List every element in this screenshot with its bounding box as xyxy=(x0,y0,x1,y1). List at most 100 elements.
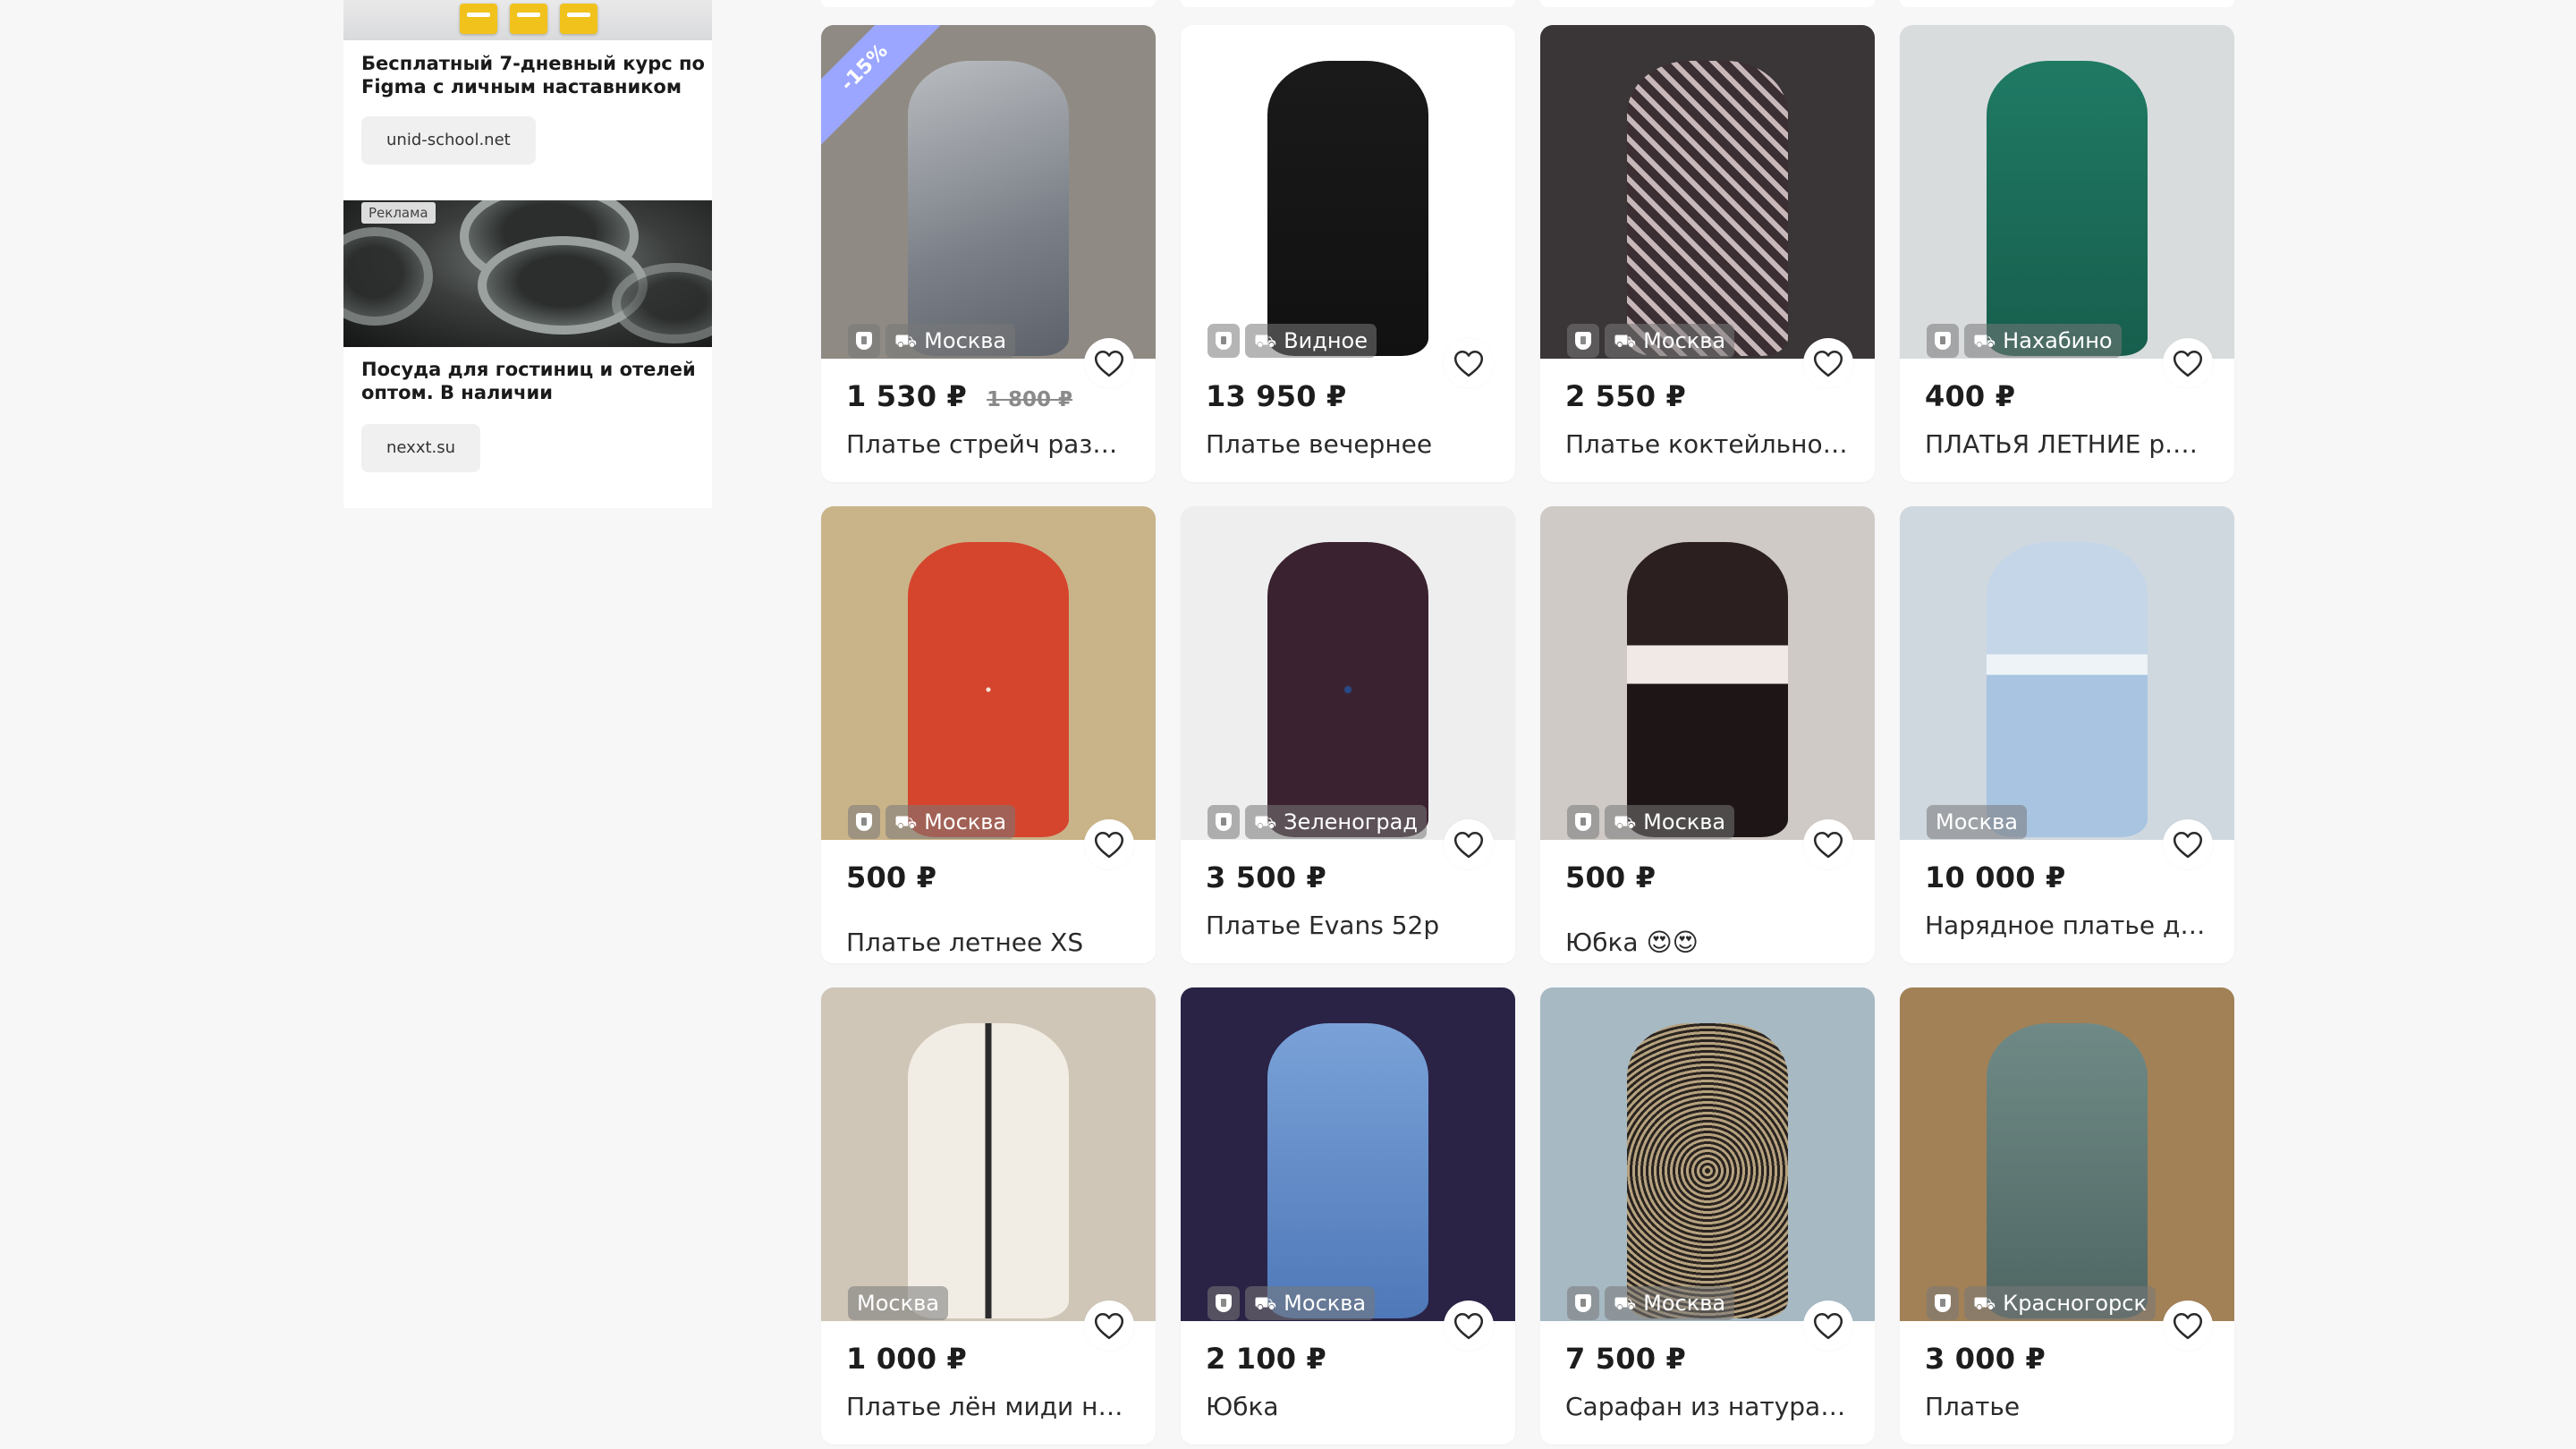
location-label: Москва xyxy=(924,809,1007,835)
price: 500 ₽ xyxy=(1565,860,1657,894)
photo-chips: ⛟ Видное xyxy=(1208,324,1377,358)
card-edge xyxy=(1181,0,1515,7)
card-edge xyxy=(1900,0,2234,7)
shield-icon xyxy=(1575,1294,1591,1312)
product-photo[interactable]: ⛟ Видное xyxy=(1181,25,1515,359)
price-row: 500 ₽ xyxy=(846,860,936,894)
price: 400 ₽ xyxy=(1925,379,2016,413)
ad-domain-button[interactable]: unid-school.net xyxy=(361,116,536,165)
product-title[interactable]: Платье летнее XS xyxy=(846,928,1132,958)
favorite-button[interactable] xyxy=(2163,1301,2213,1351)
photo-chips: ⛟ Красногорск xyxy=(1927,1286,2156,1320)
product-photo[interactable]: ⛟ Красногорск xyxy=(1900,987,2234,1321)
favorite-button[interactable] xyxy=(1803,819,1853,869)
price-row: 400 ₽ xyxy=(1925,379,2015,413)
shield-icon xyxy=(1216,1294,1232,1312)
location-chip: ⛟ Москва xyxy=(1605,805,1735,839)
product-photo[interactable]: ⛟ Москва xyxy=(1181,987,1515,1321)
photo-chips: ⛟ Нахабино xyxy=(1927,324,2122,358)
product-photo[interactable]: ⛟ Москва xyxy=(821,506,1156,840)
price-row: 1 000 ₽ xyxy=(846,1342,967,1376)
product-image xyxy=(1267,1023,1428,1318)
shield-icon xyxy=(1216,813,1232,831)
price-row: 1 530 ₽ 1 800 ₽ xyxy=(846,379,1072,413)
favorite-button[interactable] xyxy=(1803,1301,1853,1351)
price-row: 10 000 ₽ xyxy=(1925,860,2065,894)
price-row: 3 000 ₽ xyxy=(1925,1342,2046,1376)
product-photo[interactable]: ⛟ Москва xyxy=(1540,506,1875,840)
photo-chips: Москва xyxy=(848,1286,948,1320)
truck-icon: ⛟ xyxy=(894,330,918,352)
product-title[interactable]: Платье коктейльное ... xyxy=(1565,429,1852,460)
verified-chip xyxy=(848,324,880,358)
favorite-button[interactable] xyxy=(1084,338,1134,388)
product-card[interactable]: ⛟ Москва 500 ₽ Юбка 😍😍 xyxy=(1540,506,1875,963)
favorite-button[interactable] xyxy=(1084,819,1134,869)
product-card[interactable]: Москва 10 000 ₽ Нарядное платье для ... xyxy=(1900,506,2234,963)
product-photo[interactable]: ⛟ Нахабино xyxy=(1900,25,2234,359)
product-photo[interactable]: -15% ⛟ Москва xyxy=(821,25,1156,359)
product-image xyxy=(908,1023,1069,1318)
product-photo[interactable]: ⛟ Москва xyxy=(1540,25,1875,359)
product-card[interactable]: ⛟ Красногорск 3 000 ₽ Платье xyxy=(1900,987,2234,1445)
ad-image-figma[interactable] xyxy=(343,0,712,40)
truck-icon: ⛟ xyxy=(1614,811,1637,833)
favorite-button[interactable] xyxy=(1084,1301,1134,1351)
product-card[interactable]: ⛟ Москва 500 ₽ Платье летнее XS xyxy=(821,506,1156,963)
location-chip: Москва xyxy=(1927,805,2027,839)
product-title[interactable]: ПЛАТЬЯ ЛЕТНИЕ р.46-... xyxy=(1925,429,2211,460)
truck-icon: ⛟ xyxy=(1254,330,1277,352)
ad-card-figma[interactable]: Бесплатный 7-дневный курс по Figma с лич… xyxy=(343,0,712,200)
product-card[interactable]: ⛟ Нахабино 400 ₽ ПЛАТЬЯ ЛЕТНИЕ р.46-... xyxy=(1900,25,2234,482)
product-title[interactable]: Юбка xyxy=(1206,1392,1492,1422)
ad-domain-button[interactable]: nexxt.su xyxy=(361,424,481,472)
product-title[interactable]: Нарядное платье для ... xyxy=(1925,911,2211,941)
ad-card-dishes[interactable]: Реклама Посуда для гостиниц и отелей опт… xyxy=(343,200,712,508)
heart-outline-icon xyxy=(2173,350,2203,377)
product-title[interactable]: Платье вечернее xyxy=(1206,429,1492,460)
ad-image-dishes[interactable]: Реклама xyxy=(343,200,712,347)
photo-chips: Москва xyxy=(1927,805,2027,839)
product-card[interactable]: ⛟ Видное 13 950 ₽ Платье вечернее xyxy=(1181,25,1515,482)
product-card[interactable]: ⛟ Москва 7 500 ₽ Сарафан из натураль... xyxy=(1540,987,1875,1445)
location-chip: ⛟ Зеленоград xyxy=(1245,805,1427,839)
location-chip: ⛟ Москва xyxy=(886,805,1016,839)
product-photo[interactable]: Москва xyxy=(1900,506,2234,840)
location-label: Красногорск xyxy=(2003,1291,2147,1316)
location-label: Москва xyxy=(1643,1291,1726,1316)
product-card[interactable]: -15% ⛟ Москва 1 530 ₽ 1 800 ₽ Платье стр… xyxy=(821,25,1156,482)
product-title[interactable]: Юбка 😍😍 xyxy=(1565,928,1852,958)
product-image xyxy=(1987,1023,2148,1318)
product-title[interactable]: Платье лён миди на 4... xyxy=(846,1392,1132,1422)
verified-chip xyxy=(1567,1286,1599,1320)
ad-title[interactable]: Бесплатный 7-дневный курс по Figma с лич… xyxy=(361,52,710,98)
product-title[interactable]: Сарафан из натураль... xyxy=(1565,1392,1852,1422)
product-title[interactable]: Платье xyxy=(1925,1392,2211,1422)
product-photo[interactable]: ⛟ Зеленоград xyxy=(1181,506,1515,840)
product-card[interactable]: ⛟ Москва 2 550 ₽ Платье коктейльное ... xyxy=(1540,25,1875,482)
location-chip: ⛟ Нахабино xyxy=(1964,324,2122,358)
price: 2 100 ₽ xyxy=(1206,1342,1327,1376)
favorite-button[interactable] xyxy=(1444,1301,1494,1351)
price: 3 000 ₽ xyxy=(1925,1342,2046,1376)
photo-chips: ⛟ Москва xyxy=(848,805,1016,839)
favorite-button[interactable] xyxy=(2163,338,2213,388)
favorite-button[interactable] xyxy=(1444,338,1494,388)
ad-title[interactable]: Посуда для гостиниц и отелей оптом. В на… xyxy=(361,358,710,404)
product-title[interactable]: Платье Evans 52р xyxy=(1206,911,1492,941)
favorite-button[interactable] xyxy=(2163,819,2213,869)
price: 1 000 ₽ xyxy=(846,1342,968,1376)
ad-badge: Реклама xyxy=(361,202,436,224)
product-photo[interactable]: ⛟ Москва xyxy=(1540,987,1875,1321)
product-card[interactable]: ⛟ Москва 2 100 ₽ Юбка xyxy=(1181,987,1515,1445)
truck-icon: ⛟ xyxy=(1254,811,1277,833)
product-card[interactable]: Москва 1 000 ₽ Платье лён миди на 4... xyxy=(821,987,1156,1445)
location-label: Москва xyxy=(857,1291,939,1316)
product-title[interactable]: Платье стрейч разме... xyxy=(846,429,1132,460)
favorite-button[interactable] xyxy=(1444,819,1494,869)
price: 13 950 ₽ xyxy=(1206,379,1347,413)
truck-icon: ⛟ xyxy=(1614,1292,1637,1314)
favorite-button[interactable] xyxy=(1803,338,1853,388)
product-card[interactable]: ⛟ Зеленоград 3 500 ₽ Платье Evans 52р xyxy=(1181,506,1515,963)
product-photo[interactable]: Москва xyxy=(821,987,1156,1321)
